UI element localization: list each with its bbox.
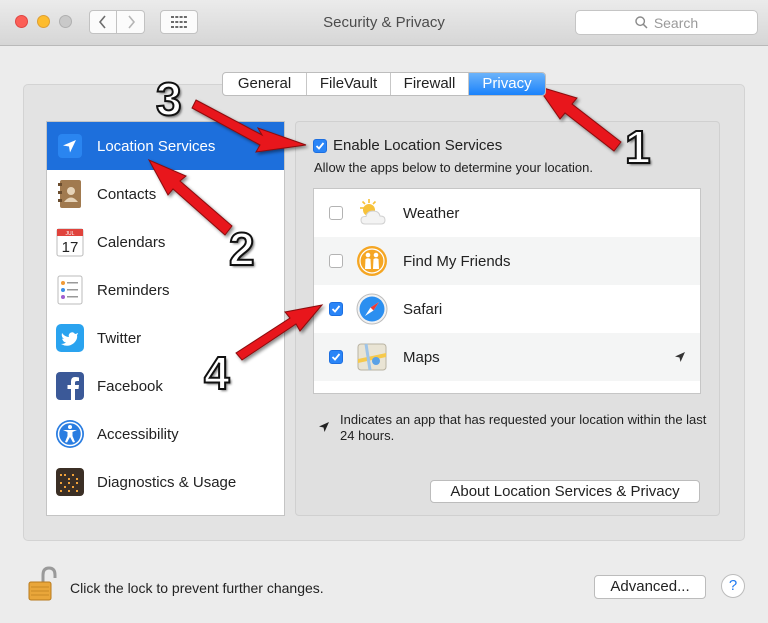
legend-text: Indicates an app that has requested your… (340, 412, 707, 443)
sidebar-item-diagnostics[interactable]: Diagnostics & Usage (47, 458, 284, 506)
sidebar-item-facebook[interactable]: Facebook (47, 362, 284, 410)
tab-privacy[interactable]: Privacy (469, 73, 545, 95)
find-my-friends-icon (355, 244, 389, 278)
contacts-book-icon (55, 179, 85, 209)
search-field[interactable]: Search (575, 10, 758, 35)
annotation-number-3: 3 (155, 72, 183, 126)
twitter-bird-icon (55, 323, 85, 353)
search-placeholder: Search (653, 14, 699, 31)
list-item-maps[interactable]: Maps (314, 333, 700, 381)
maps-icon (355, 340, 389, 374)
privacy-sidebar: Location Services Contacts JUL 17 Calenda… (46, 121, 285, 516)
list-item-weather[interactable]: Weather (314, 189, 700, 237)
sidebar-item-label: Reminders (97, 281, 170, 299)
sidebar-item-contacts[interactable]: Contacts (47, 170, 284, 218)
weather-sun-cloud-icon (355, 196, 389, 230)
app-label: Find My Friends (403, 252, 511, 270)
safari-checkbox[interactable] (329, 302, 343, 316)
list-item-safari[interactable]: Safari (314, 285, 700, 333)
maps-checkbox[interactable] (329, 350, 343, 364)
help-button[interactable]: ? (721, 574, 745, 598)
tab-general[interactable]: General (223, 73, 307, 95)
checkmark-icon (315, 141, 325, 150)
enable-location-services-checkbox[interactable]: Enable Location Services (313, 137, 502, 154)
safari-compass-icon (355, 292, 389, 326)
checkmark-icon (331, 305, 341, 313)
enable-location-label: Enable Location Services (333, 137, 503, 154)
checkbox[interactable] (313, 138, 327, 153)
sidebar-item-location-services[interactable]: Location Services (47, 122, 284, 170)
legend-location-arrow-icon (318, 420, 330, 436)
find-my-friends-checkbox[interactable] (329, 254, 343, 268)
search-icon (635, 16, 648, 29)
enable-location-description: Allow the apps below to determine your l… (314, 160, 593, 175)
accessibility-person-icon (55, 419, 85, 449)
facebook-f-icon (55, 371, 85, 401)
app-list[interactable]: Weather Find My Friends Safari Maps (313, 188, 701, 394)
calendar-day-text: 17 (62, 239, 79, 256)
sidebar-item-twitter[interactable]: Twitter (47, 314, 284, 362)
sidebar-item-label: Facebook (97, 377, 163, 395)
unlocked-padlock-icon[interactable] (27, 566, 57, 605)
recent-location-arrow-icon (674, 350, 686, 366)
annotation-number-1: 1 (624, 120, 652, 174)
app-label: Weather (403, 204, 460, 222)
lock-status-text: Click the lock to prevent further change… (70, 580, 324, 596)
calendar-month-text: JUL (66, 231, 75, 237)
tab-firewall[interactable]: Firewall (391, 73, 469, 95)
tab-filevault[interactable]: FileVault (307, 73, 391, 95)
reminders-list-icon (55, 275, 85, 305)
weather-checkbox[interactable] (329, 206, 343, 220)
annotation-number-2: 2 (228, 222, 256, 276)
checkmark-icon (331, 353, 341, 361)
app-label: Maps (403, 348, 440, 366)
sidebar-item-label: Diagnostics & Usage (97, 473, 237, 491)
list-item-partial (314, 381, 700, 393)
list-item-find-my-friends[interactable]: Find My Friends (314, 237, 700, 285)
sidebar-item-accessibility[interactable]: Accessibility (47, 410, 284, 458)
sidebar-item-label: Twitter (97, 329, 142, 347)
sidebar-item-label: Calendars (97, 233, 166, 251)
app-label: Safari (403, 300, 443, 318)
sidebar-item-label: Location Services (97, 137, 216, 155)
diagnostics-grid-icon (55, 467, 85, 497)
partial-app-icon (355, 388, 389, 393)
advanced-button[interactable]: Advanced... (594, 575, 706, 599)
location-arrow-icon (55, 131, 85, 161)
tab-bar: General FileVault Firewall Privacy (222, 72, 546, 96)
sidebar-item-label: Contacts (97, 185, 157, 203)
about-location-services-button[interactable]: About Location Services & Privacy (430, 480, 700, 503)
sidebar-item-label: Accessibility (97, 425, 179, 443)
calendar-icon: JUL 17 (55, 227, 85, 257)
annotation-number-4: 4 (203, 346, 231, 400)
title-bar: Security & Privacy Search (0, 0, 768, 46)
